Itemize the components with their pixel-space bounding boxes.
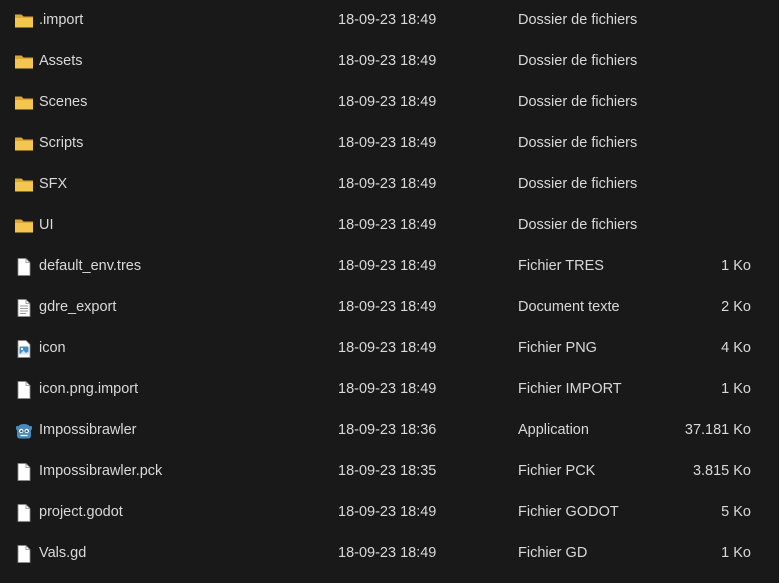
folder-icon xyxy=(14,93,34,113)
file-icon xyxy=(14,257,34,277)
file-name: project.godot xyxy=(39,504,123,520)
file-type: Dossier de fichiers xyxy=(518,53,638,69)
file-date: 18-09-23 18:49 xyxy=(338,545,437,561)
file-name: default_env.tres xyxy=(39,258,142,274)
file-size: 1 Ko xyxy=(721,381,751,397)
file-row-import[interactable]: .import 18-09-23 18:49 Dossier de fichie… xyxy=(0,0,779,41)
godot-app-icon xyxy=(14,421,34,441)
file-date: 18-09-23 18:49 xyxy=(338,299,437,315)
file-size: 1 Ko xyxy=(721,258,751,274)
file-date: 18-09-23 18:49 xyxy=(338,53,437,69)
folder-icon xyxy=(14,216,34,236)
file-icon xyxy=(14,380,34,400)
file-row-vals-gd[interactable]: Vals.gd 18-09-23 18:49 Fichier GD 1 Ko xyxy=(0,533,779,574)
folder-icon xyxy=(14,52,34,72)
file-row-gdre-export[interactable]: gdre_export 18-09-23 18:49 Document text… xyxy=(0,287,779,328)
file-name: icon.png.import xyxy=(39,381,139,397)
file-type: Dossier de fichiers xyxy=(518,12,638,28)
file-row-default-env[interactable]: default_env.tres 18-09-23 18:49 Fichier … xyxy=(0,246,779,287)
file-size: 5 Ko xyxy=(721,504,751,520)
folder-icon xyxy=(14,175,34,195)
file-name: UI xyxy=(39,217,54,233)
file-name: Scripts xyxy=(39,135,84,151)
text-file-icon xyxy=(14,298,34,318)
file-row-assets[interactable]: Assets 18-09-23 18:49 Dossier de fichier… xyxy=(0,41,779,82)
file-type: Fichier PNG xyxy=(518,340,597,356)
file-date: 18-09-23 18:49 xyxy=(338,94,437,110)
file-date: 18-09-23 18:49 xyxy=(338,135,437,151)
file-name: icon xyxy=(39,340,66,356)
file-type: Fichier GODOT xyxy=(518,504,619,520)
file-date: 18-09-23 18:49 xyxy=(338,176,437,192)
file-date: 18-09-23 18:49 xyxy=(338,12,437,28)
file-date: 18-09-23 18:49 xyxy=(338,258,437,274)
file-row-impossibrawler-exe[interactable]: Impossibrawler 18-09-23 18:36 Applicatio… xyxy=(0,410,779,451)
file-name: .import xyxy=(39,12,84,28)
file-type: Dossier de fichiers xyxy=(518,217,638,233)
file-type: Dossier de fichiers xyxy=(518,176,638,192)
file-date: 18-09-23 18:49 xyxy=(338,217,437,233)
file-name: Scenes xyxy=(39,94,88,110)
file-type: Fichier PCK xyxy=(518,463,596,479)
file-type: Fichier GD xyxy=(518,545,588,561)
file-name: Impossibrawler.pck xyxy=(39,463,163,479)
file-list: .import 18-09-23 18:49 Dossier de fichie… xyxy=(0,0,779,583)
file-type: Dossier de fichiers xyxy=(518,94,638,110)
file-name: SFX xyxy=(39,176,68,192)
file-size: 1 Ko xyxy=(721,545,751,561)
file-icon xyxy=(14,462,34,482)
image-file-icon xyxy=(14,339,34,359)
file-size: 4 Ko xyxy=(721,340,751,356)
file-type: Dossier de fichiers xyxy=(518,135,638,151)
file-row-icon-import[interactable]: icon.png.import 18-09-23 18:49 Fichier I… xyxy=(0,369,779,410)
file-type: Fichier TRES xyxy=(518,258,604,274)
file-size: 37.181 Ko xyxy=(684,422,751,438)
file-icon xyxy=(14,503,34,523)
file-date: 18-09-23 18:49 xyxy=(338,381,437,397)
file-name: Assets xyxy=(39,53,83,69)
file-date: 18-09-23 18:49 xyxy=(338,340,437,356)
file-row-icon[interactable]: icon 18-09-23 18:49 Fichier PNG 4 Ko xyxy=(0,328,779,369)
file-type: Fichier IMPORT xyxy=(518,381,622,397)
folder-icon xyxy=(14,11,34,31)
file-row-impossibrawler-pck[interactable]: Impossibrawler.pck 18-09-23 18:35 Fichie… xyxy=(0,451,779,492)
file-row-ui[interactable]: UI 18-09-23 18:49 Dossier de fichiers xyxy=(0,205,779,246)
file-type: Document texte xyxy=(518,299,620,315)
file-row-scripts[interactable]: Scripts 18-09-23 18:49 Dossier de fichie… xyxy=(0,123,779,164)
file-row-scenes[interactable]: Scenes 18-09-23 18:49 Dossier de fichier… xyxy=(0,82,779,123)
file-row-project-godot[interactable]: project.godot 18-09-23 18:49 Fichier GOD… xyxy=(0,492,779,533)
file-date: 18-09-23 18:49 xyxy=(338,504,437,520)
file-type: Application xyxy=(518,422,589,438)
file-name: gdre_export xyxy=(39,299,117,315)
folder-icon xyxy=(14,134,34,154)
file-date: 18-09-23 18:36 xyxy=(338,422,437,438)
file-icon xyxy=(14,544,34,564)
file-date: 18-09-23 18:35 xyxy=(338,463,437,479)
file-name: Vals.gd xyxy=(39,545,87,561)
file-row-sfx[interactable]: SFX 18-09-23 18:49 Dossier de fichiers xyxy=(0,164,779,205)
file-name: Impossibrawler xyxy=(39,422,137,438)
file-size: 3.815 Ko xyxy=(692,463,751,479)
file-size: 2 Ko xyxy=(721,299,751,315)
